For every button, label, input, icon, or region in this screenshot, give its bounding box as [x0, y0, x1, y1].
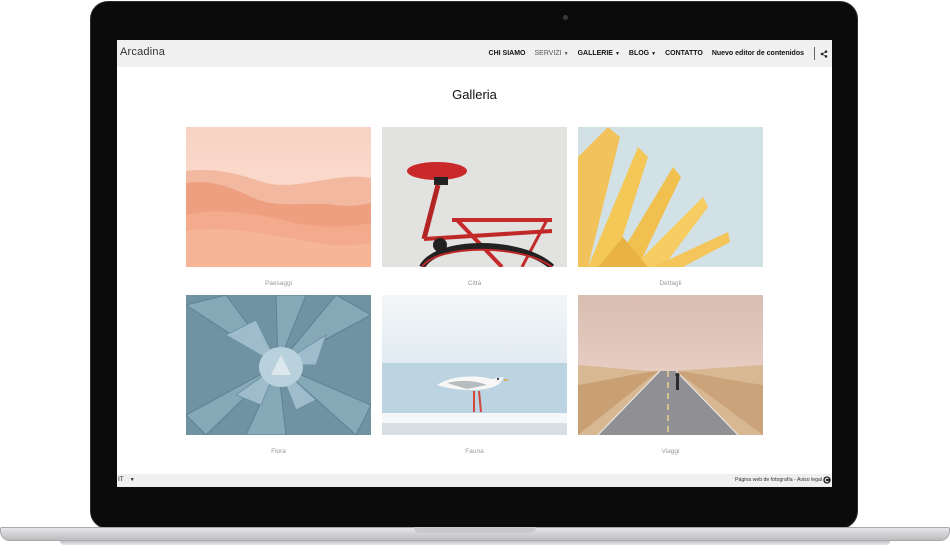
site-logo[interactable]: Arcadina — [120, 46, 165, 58]
nav-divider — [814, 47, 815, 60]
language-label: IT — [118, 476, 124, 483]
nav-chi-siamo[interactable]: CHI SIAMO — [489, 50, 526, 57]
share-icon[interactable] — [820, 49, 828, 58]
chevron-down-icon: ▼ — [129, 476, 135, 483]
gallery-card-flora[interactable]: Flora — [186, 295, 371, 455]
nav-label: GALLERIE — [577, 50, 613, 57]
chevron-down-icon: ▼ — [563, 50, 569, 57]
gallery-caption: Dettagli — [659, 280, 682, 287]
nav-label: CHI SIAMO — [488, 50, 526, 57]
red-bicycle-photo[interactable] — [382, 127, 567, 267]
nav-label: Nuevo editor de contenidos — [711, 50, 804, 57]
gallery-card-citta[interactable]: Città — [382, 127, 567, 287]
nav-servizi[interactable]: SERVIZI ▼ — [535, 50, 569, 57]
site-footer: IT ▼ Página web de fotografía - Aviso le… — [117, 474, 832, 487]
nav-label: BLOG — [628, 50, 650, 57]
yellow-leaves-photo[interactable] — [578, 127, 763, 267]
site-header: Arcadina CHI SIAMO SERVIZI ▼ GALLERIE ▼ BL… — [117, 40, 832, 67]
arcadina-c-icon[interactable] — [823, 476, 831, 484]
gallery-caption: Paesaggi — [264, 280, 293, 287]
nav-editor[interactable]: Nuevo editor de contenidos — [712, 50, 804, 57]
main-nav: CHI SIAMO SERVIZI ▼ GALLERIE ▼ BLOG ▼ CONTA… — [480, 40, 828, 67]
desert-landscape-photo[interactable] — [186, 127, 371, 267]
gallery-card-dettagli[interactable]: Dettagli — [578, 127, 763, 287]
road-traveler-photo[interactable] — [578, 295, 763, 435]
succulent-plant-photo[interactable] — [186, 295, 371, 435]
gallery-card-fauna[interactable]: Fauna — [382, 295, 567, 455]
nav-gallerie[interactable]: GALLERIE ▼ — [578, 50, 620, 57]
laptop-notch — [414, 527, 536, 533]
gallery-caption: Fauna — [465, 448, 484, 455]
nav-label: SERVIZI — [534, 50, 562, 57]
language-selector[interactable]: IT ▼ — [118, 476, 135, 483]
gallery-card-viaggi[interactable]: Viaggi — [578, 295, 763, 455]
nav-label: CONTATTO — [665, 50, 703, 57]
chevron-down-icon: ▼ — [614, 50, 620, 57]
nav-contatto[interactable]: CONTATTO — [665, 50, 703, 57]
gallery-caption: Flora — [271, 448, 286, 455]
chevron-down-icon: ▼ — [651, 50, 657, 57]
laptop-foot — [60, 541, 890, 545]
gallery-caption: Città — [467, 280, 482, 287]
nav-blog[interactable]: BLOG ▼ — [629, 50, 656, 57]
camera-icon — [563, 15, 568, 20]
gallery-caption: Viaggi — [661, 448, 680, 455]
browser-screen: Arcadina CHI SIAMO SERVIZI ▼ GALLERIE ▼ BL… — [117, 40, 832, 487]
gallery-card-paesaggi[interactable]: Paesaggi — [186, 127, 371, 287]
page-title: Galleria — [452, 87, 497, 102]
seagull-photo[interactable] — [382, 295, 567, 435]
legal-link[interactable]: Página web de fotografía - Aviso legal — [735, 477, 822, 483]
